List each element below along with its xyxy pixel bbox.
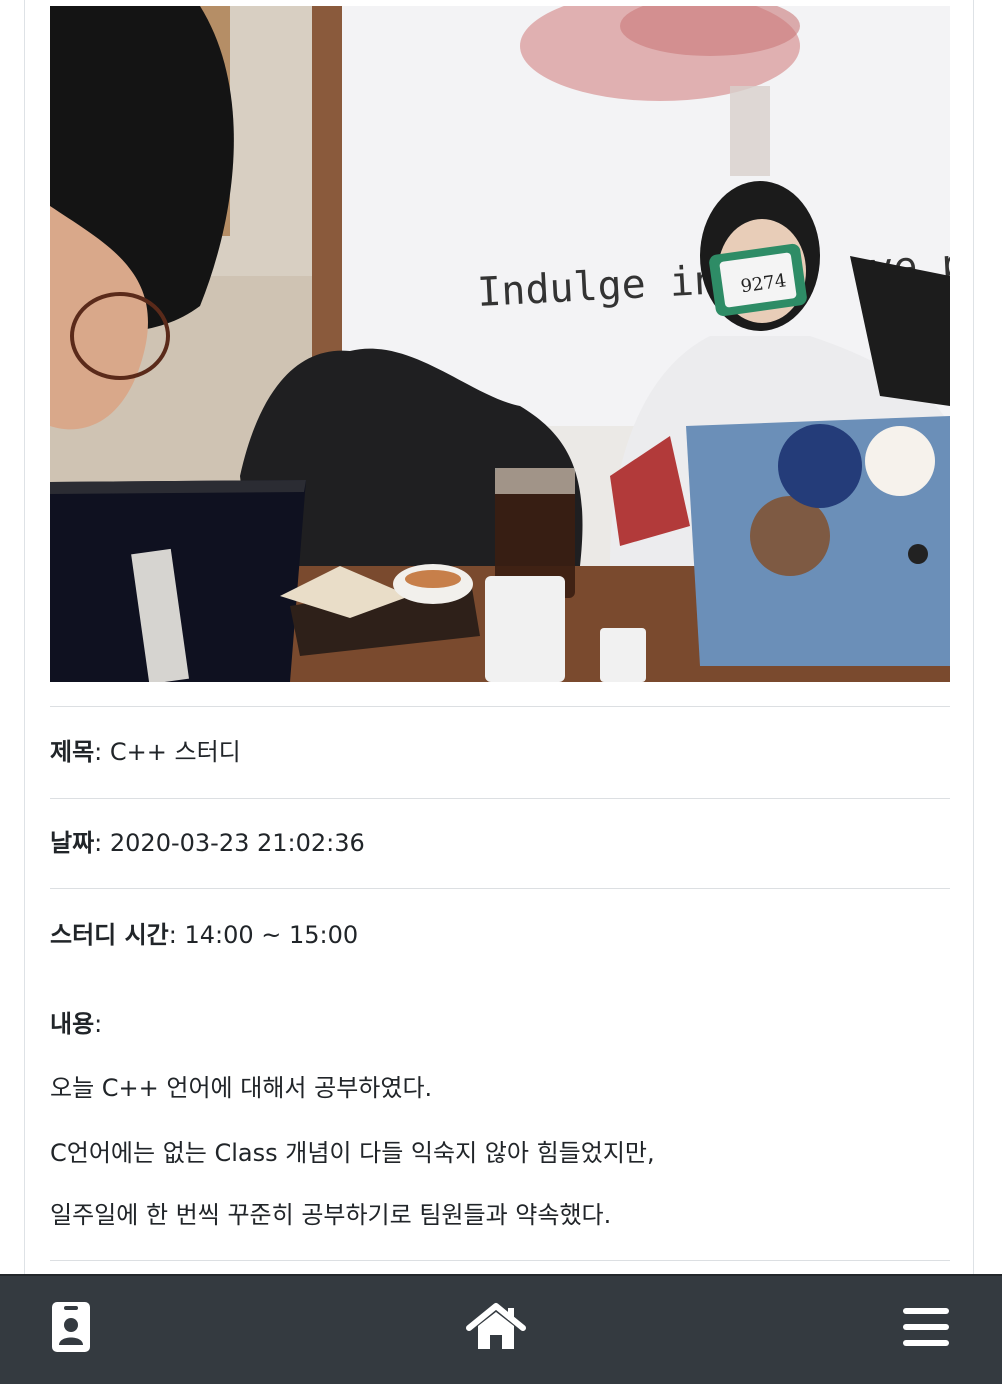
content-heading: 내용: xyxy=(50,1010,103,1038)
post-date-row: 날짜: 2020-03-23 21:02:36 xyxy=(50,829,365,857)
study-photo: Indulge in ve p 9274 xyxy=(50,6,950,682)
home-button[interactable] xyxy=(461,1292,531,1362)
divider xyxy=(50,888,950,889)
study-time-label: 스터디 시간 xyxy=(50,921,169,949)
divider xyxy=(50,706,950,707)
content-label: 내용 xyxy=(50,1010,95,1038)
title-label: 제목 xyxy=(50,738,95,766)
id-badge-icon xyxy=(52,1302,90,1352)
menu-icon xyxy=(903,1308,949,1346)
profile-button[interactable] xyxy=(36,1292,106,1362)
title-value: C++ 스터디 xyxy=(109,738,241,766)
date-value: 2020-03-23 21:02:36 xyxy=(109,829,365,857)
content-line: C언어에는 없는 Class 개념이 다들 익숙지 않아 힘들었지만, xyxy=(50,1139,655,1167)
date-label: 날짜 xyxy=(50,829,95,857)
menu-button[interactable] xyxy=(891,1292,961,1362)
bottom-navbar xyxy=(0,1274,1002,1384)
home-icon xyxy=(466,1303,526,1349)
content-line: 오늘 C++ 언어에 대해서 공부하였다. xyxy=(50,1074,433,1102)
divider xyxy=(50,1260,950,1261)
study-time-value: 14:00 ~ 15:00 xyxy=(184,921,359,949)
divider xyxy=(50,798,950,799)
post-title-row: 제목: C++ 스터디 xyxy=(50,738,241,766)
content-line: 일주일에 한 번씩 꾸준히 공부하기로 팀원들과 약속했다. xyxy=(50,1201,612,1229)
study-time-row: 스터디 시간: 14:00 ~ 15:00 xyxy=(50,921,359,949)
